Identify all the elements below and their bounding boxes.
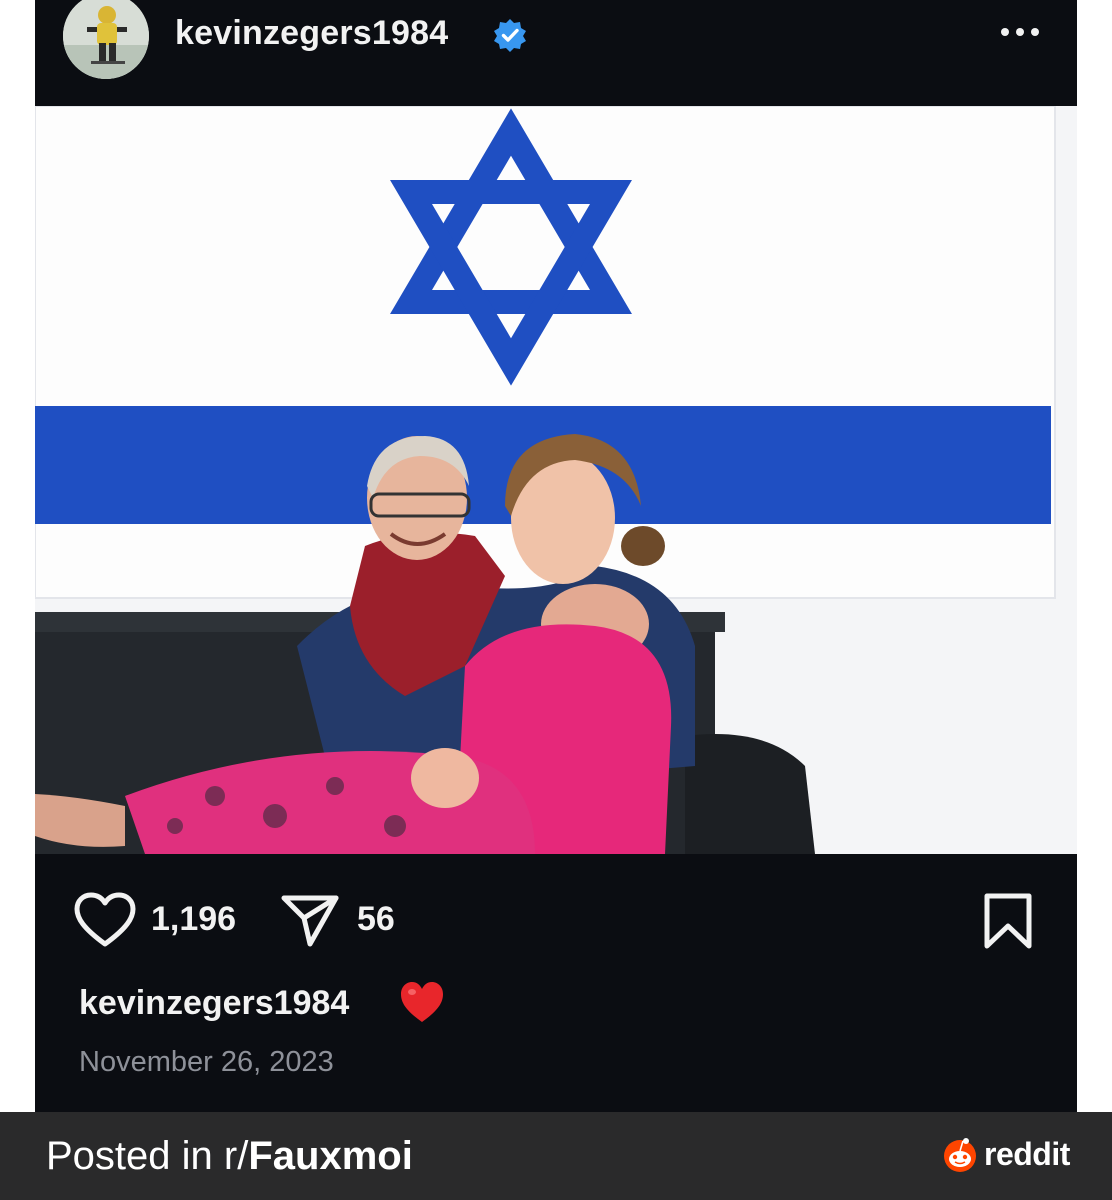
share-count[interactable]: 56 <box>357 900 395 939</box>
subreddit-name[interactable]: Fauxmoi <box>248 1134 412 1178</box>
verified-badge-icon <box>494 19 526 52</box>
reddit-wordmark: reddit <box>984 1136 1070 1172</box>
like-count[interactable]: 1,196 <box>151 900 236 939</box>
bookmark-icon[interactable] <box>981 892 1035 950</box>
posted-in-label[interactable]: Posted in r/Fauxmoi <box>46 1134 413 1179</box>
reddit-footer-bar: Posted in r/Fauxmoi reddit <box>0 1112 1112 1200</box>
post-image <box>35 106 1077 854</box>
caption-username[interactable]: kevinzegers1984 <box>79 984 349 1023</box>
post-header: kevinzegers1984 <box>35 0 1077 106</box>
post-date: November 26, 2023 <box>79 1046 334 1078</box>
post-username[interactable]: kevinzegers1984 <box>175 14 448 53</box>
heart-icon[interactable] <box>73 892 137 948</box>
instagram-post: kevinzegers1984 1,196 56 kevinzegers1984… <box>35 0 1077 1112</box>
post-actions-bar: 1,196 56 <box>35 870 1077 970</box>
more-options-icon[interactable] <box>999 22 1041 42</box>
share-send-icon[interactable] <box>280 892 340 948</box>
reddit-snoo-icon <box>944 1138 976 1172</box>
post-photo[interactable] <box>35 106 1077 854</box>
profile-avatar[interactable] <box>63 0 149 79</box>
posted-in-prefix: Posted in r/ <box>46 1134 249 1178</box>
red-heart-icon <box>401 982 443 1022</box>
